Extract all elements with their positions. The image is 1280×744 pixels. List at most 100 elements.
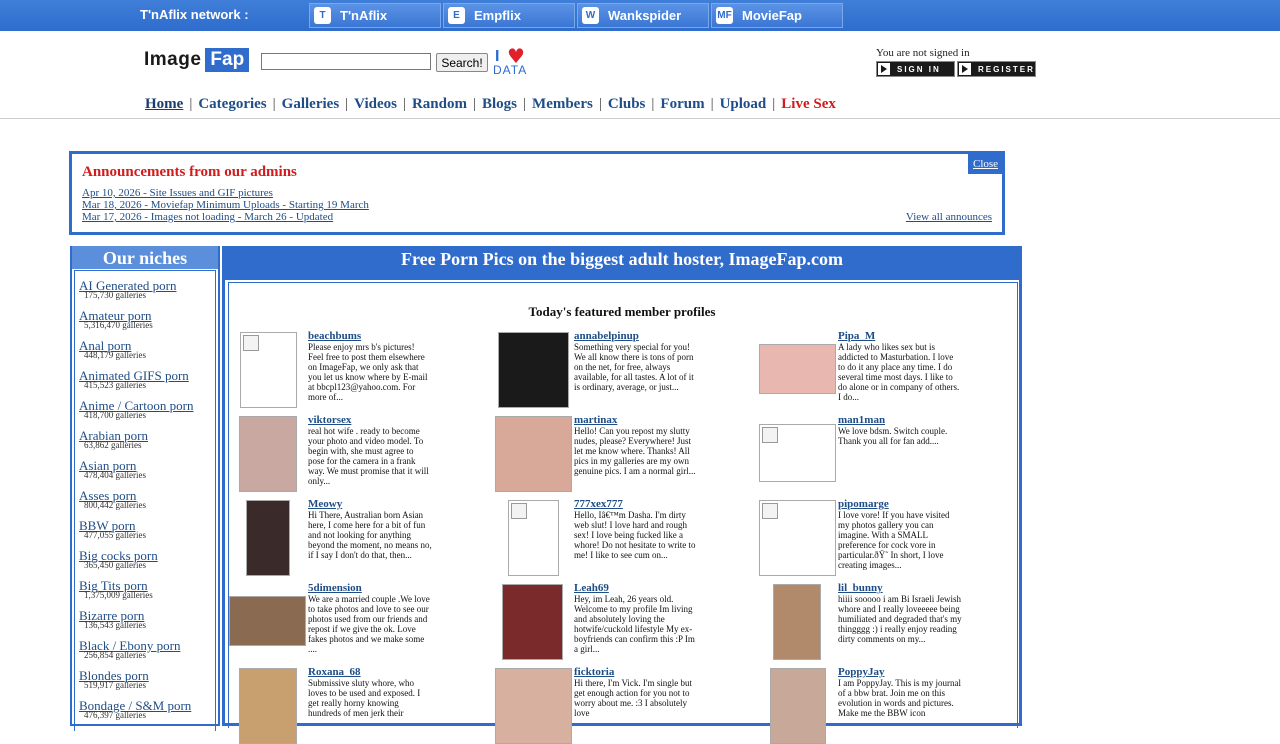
niche-item: Blondes porn 519,917 galleries [79, 665, 149, 690]
arrow-right-icon [878, 63, 890, 75]
profile-name-link[interactable]: martinax [574, 414, 617, 426]
niches-sidebar: Our niches AI Generated porn 175,730 gall… [70, 246, 220, 731]
profile-photo[interactable] [246, 500, 290, 576]
profile-photo[interactable] [239, 416, 297, 492]
announcement-link[interactable]: Mar 18, 2026 - Moviefap Minimum Uploads … [82, 199, 369, 211]
niche-item: Anal porn 448,179 galleries [79, 335, 146, 360]
profile-description: A lady who likes sex but is addicted to … [838, 342, 960, 402]
profile-photo[interactable] [759, 344, 836, 394]
profile-photo[interactable] [239, 668, 297, 744]
profile-name-link[interactable]: Leah69 [574, 582, 609, 594]
niche-gallery-count: 136,543 galleries [84, 620, 146, 630]
niche-item: Bizarre porn 136,543 galleries [79, 605, 146, 630]
niche-item: Animated GIFS porn 415,523 galleries [79, 365, 189, 390]
search-button[interactable]: Search! [436, 53, 488, 72]
niche-list: AI Generated porn 175,730 galleries Amateu… [74, 270, 216, 731]
nav-galleries[interactable]: Galleries [282, 96, 339, 112]
nav-upload[interactable]: Upload [720, 96, 767, 112]
niche-gallery-count: 1,375,009 galleries [84, 590, 153, 600]
profile-name-link[interactable]: pipomarge [838, 498, 889, 510]
network-label: T'nAflix network : [140, 7, 249, 22]
niche-item: Asses porn 800,442 galleries [79, 485, 146, 510]
nav-clubs[interactable]: Clubs [608, 96, 646, 112]
profile-description: Hi there, I'm Vick. I'm single but get e… [574, 678, 693, 718]
profile-name-link[interactable]: beachbums [308, 330, 361, 342]
niche-item: Asian porn 478,404 galleries [79, 455, 146, 480]
niche-gallery-count: 519,917 galleries [84, 680, 146, 690]
register-button[interactable]: REGISTER [957, 61, 1036, 77]
profile-description: Submissive sluty whore, who loves to be … [308, 678, 421, 718]
niche-item: Big Tits porn 1,375,009 galleries [79, 575, 153, 600]
profile-photo[interactable] [759, 500, 836, 576]
profile-photo[interactable] [229, 596, 306, 646]
profile-name-link[interactable]: man1man [838, 414, 885, 426]
niche-gallery-count: 800,442 galleries [84, 500, 146, 510]
close-link[interactable]: Close [973, 158, 998, 170]
profile-photo[interactable] [773, 584, 821, 660]
profile-name-link[interactable]: Pipa_M [838, 330, 875, 342]
network-tab-wankspider[interactable]: W Wankspider [577, 3, 709, 28]
nav-home[interactable]: Home [145, 96, 183, 112]
profile-description: Please enjoy mrs b's pictures! Feel free… [308, 342, 428, 402]
network-tab-moviefap[interactable]: MF MovieFap [711, 3, 843, 28]
profile-photo[interactable] [508, 500, 559, 576]
network-tab-empflix[interactable]: E Empflix [443, 3, 575, 28]
profile-photo[interactable] [502, 584, 563, 660]
niche-gallery-count: 365,450 galleries [84, 560, 146, 570]
search-input[interactable] [261, 53, 431, 70]
profile-name-link[interactable]: PoppyJay [838, 666, 884, 678]
niche-item: AI Generated porn 175,730 galleries [79, 275, 176, 300]
featured-title: Today's featured member profiles [528, 304, 716, 319]
profile-description: Hi There, Australian born Asian here, I … [308, 510, 432, 560]
sign-in-button[interactable]: SIGN IN [876, 61, 955, 77]
profile-photo[interactable] [498, 332, 569, 408]
empflix-icon: E [448, 7, 465, 24]
niche-item: BBW porn 477,055 galleries [79, 515, 146, 540]
profile-photo[interactable] [759, 424, 836, 482]
niche-gallery-count: 5,316,470 galleries [84, 320, 153, 330]
profile-name-link[interactable]: Roxana_68 [308, 666, 361, 678]
nav-forum[interactable]: Forum [660, 96, 704, 112]
profile-name-link[interactable]: 777xex777 [574, 498, 623, 510]
nav-blogs[interactable]: Blogs [482, 96, 517, 112]
network-tab-tnaflix[interactable]: T T'nAflix [309, 3, 441, 28]
main-panel: Free Porn Pics on the biggest adult host… [222, 246, 1022, 744]
nav-random[interactable]: Random [412, 96, 467, 112]
profile-description: We love bdsm. Switch couple. Thank you a… [838, 426, 948, 446]
site-logo[interactable]: Image Fap [144, 48, 250, 72]
profile-name-link[interactable]: Meowy [308, 498, 342, 510]
nav-videos[interactable]: Videos [354, 96, 397, 112]
niche-gallery-count: 478,404 galleries [84, 470, 146, 480]
profile-photo[interactable] [770, 668, 826, 744]
nav-categories[interactable]: Categories [198, 96, 266, 112]
profile-name-link[interactable]: lil_bunny [838, 582, 883, 594]
profile-name-link[interactable]: 5dimension [308, 582, 362, 594]
profile-description: I love vore! If you have visited my phot… [838, 510, 950, 570]
profile-description: hiiii sooooo i am Bi Israeli Jewish whor… [838, 594, 962, 644]
niche-item: Amateur porn 5,316,470 galleries [79, 305, 153, 330]
profile-name-link[interactable]: viktorsex [308, 414, 351, 426]
announcement-link[interactable]: Mar 17, 2026 - Images not loading - Marc… [82, 211, 333, 223]
niche-gallery-count: 63,862 galleries [84, 440, 142, 450]
niche-gallery-count: 415,523 galleries [84, 380, 146, 390]
nav-live-sex[interactable]: Live Sex [781, 96, 836, 112]
niche-gallery-count: 418,700 galleries [84, 410, 146, 420]
moviefap-icon: MF [716, 7, 733, 24]
profile-description: We are a married couple .We love to take… [308, 594, 430, 654]
announcement-link[interactable]: Apr 10, 2026 - Site Issues and GIF pictu… [82, 187, 273, 199]
signin-status: You are not signed in [876, 47, 970, 59]
nav-members[interactable]: Members [532, 96, 593, 112]
announcements-title: Announcements from our admins [82, 164, 297, 180]
main-nav: Home | Categories | Galleries | Videos | Random |… [145, 96, 836, 112]
profile-photo[interactable] [495, 416, 572, 492]
niche-gallery-count: 477,055 galleries [84, 530, 146, 540]
niche-gallery-count: 476,397 galleries [84, 710, 146, 720]
profile-photo[interactable] [240, 332, 297, 408]
niche-item: Anime / Cartoon porn 418,700 galleries [79, 395, 193, 420]
i-love-data-logo[interactable]: I ♥ DATA [493, 46, 537, 77]
profile-photo[interactable] [495, 668, 572, 744]
view-all-announces-link[interactable]: View all announces [906, 211, 992, 223]
niches-title: Our niches [72, 246, 218, 269]
profile-name-link[interactable]: ficktoria [574, 666, 614, 678]
profile-name-link[interactable]: annabelpinup [574, 330, 639, 342]
